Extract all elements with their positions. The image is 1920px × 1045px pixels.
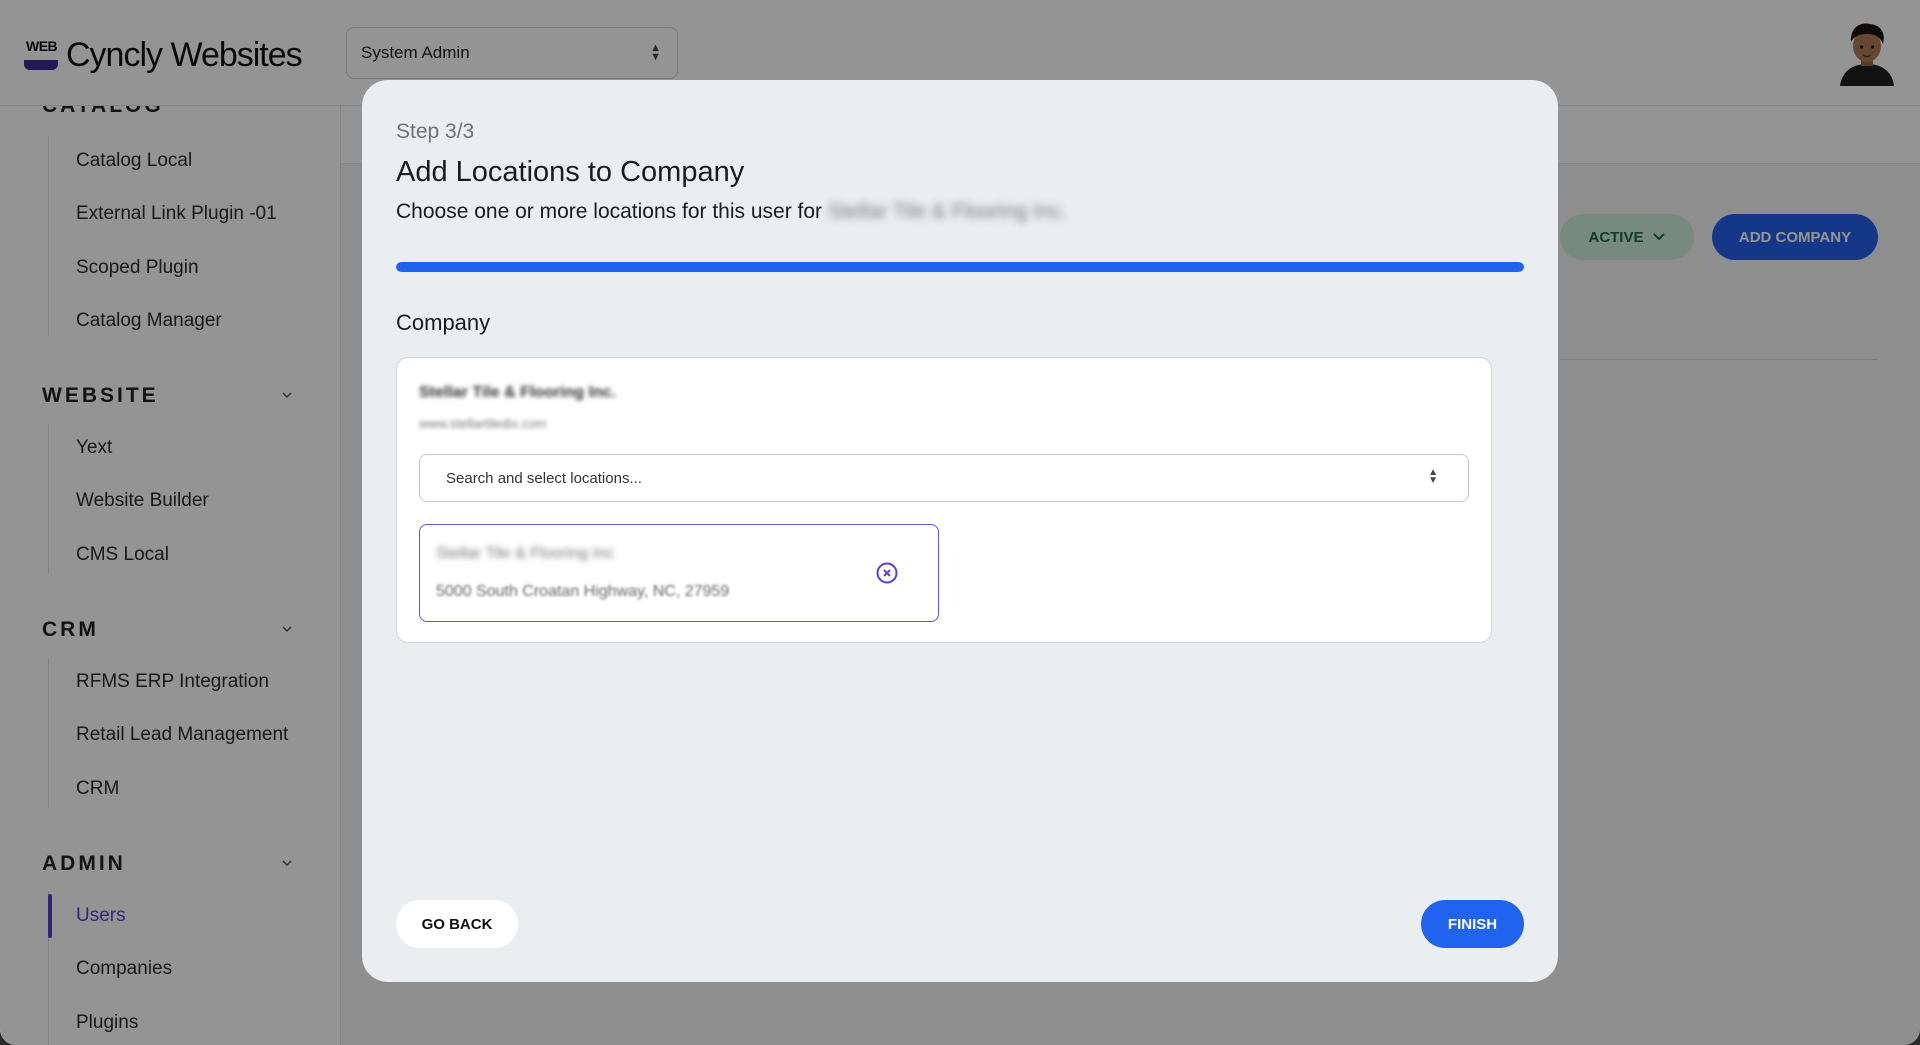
progress-bar — [396, 262, 1524, 272]
company-card: Stellar Tile & Flooring Inc. www.stellar… — [396, 357, 1492, 643]
remove-location-icon[interactable] — [875, 561, 899, 585]
app-window: WEB Cyncly Websites System Admin ▲ ▼ CATA… — [0, 0, 1920, 1045]
location-name: Stellar Tile & Flooring Inc — [436, 545, 614, 562]
modal-title: Add Locations to Company — [396, 156, 745, 188]
location-search-select[interactable]: Search and select locations... ▲ ▼ — [419, 454, 1469, 502]
go-back-button[interactable]: GO BACK — [396, 900, 518, 948]
add-locations-modal: Step 3/3 Add Locations to Company Choose… — [362, 80, 1558, 982]
selected-location-chip: Stellar Tile & Flooring Inc 5000 South C… — [419, 524, 939, 622]
modal-subtitle-text: Choose one or more locations for this us… — [396, 200, 823, 223]
company-url: www.stellartiledix.com — [419, 416, 547, 431]
modal-subtitle: Choose one or more locations for this us… — [396, 200, 1067, 224]
progress-bar-fill — [396, 262, 1524, 272]
step-indicator: Step 3/3 — [396, 120, 475, 143]
modal-subtitle-company: Stellar Tile & Flooring Inc. — [827, 200, 1068, 223]
finish-button[interactable]: FINISH — [1421, 900, 1524, 948]
company-section-label: Company — [396, 310, 491, 335]
company-name: Stellar Tile & Flooring Inc. — [419, 384, 617, 401]
location-search-placeholder: Search and select locations... — [446, 469, 642, 487]
location-address: 5000 South Croatan Highway, NC, 27959 — [436, 583, 730, 600]
updown-chevron-icon: ▲ ▼ — [1428, 467, 1438, 486]
